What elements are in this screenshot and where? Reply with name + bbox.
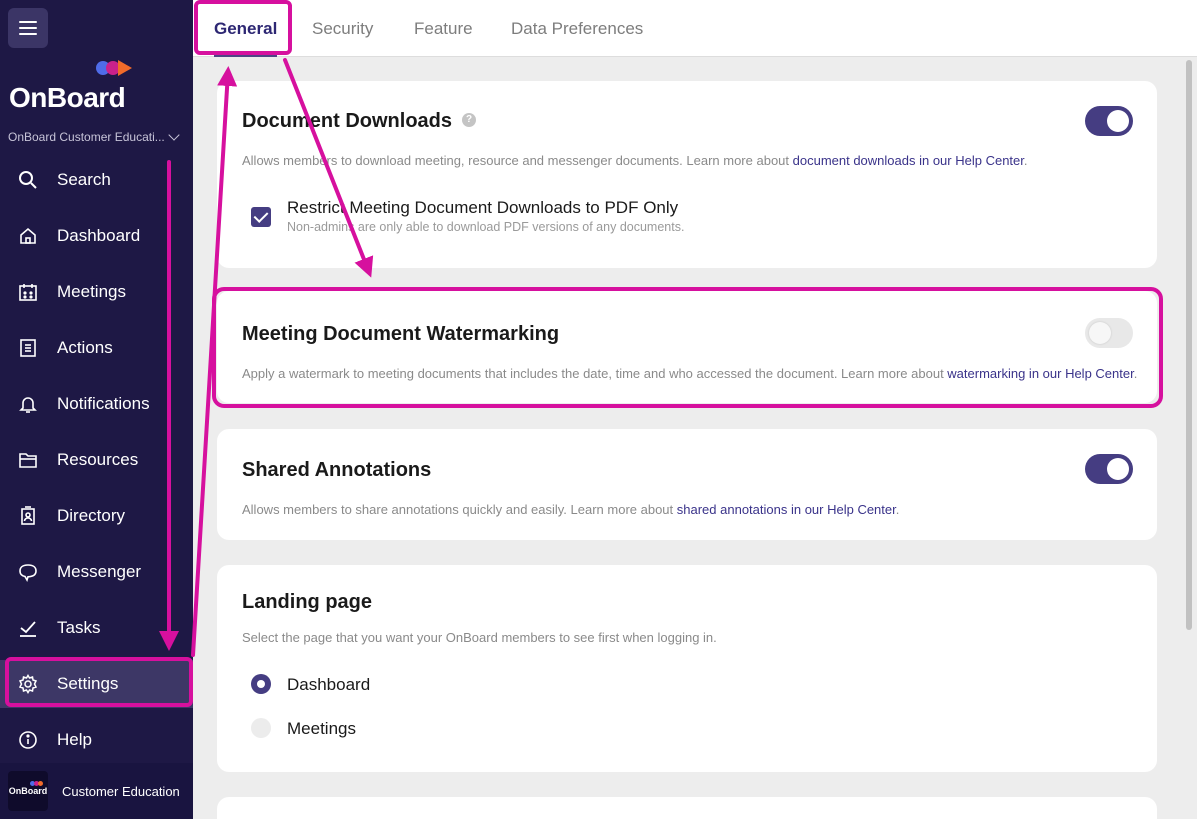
help-center-link[interactable]: document downloads in our Help Center <box>793 153 1024 168</box>
sidebar-item-label: Actions <box>57 338 113 357</box>
calendar-icon <box>18 282 38 302</box>
sidebar-item-search[interactable]: Search <box>0 156 193 204</box>
sidebar-item-directory[interactable]: Directory <box>0 492 193 540</box>
document-downloads-card: Document Downloads? Allows members to do… <box>217 81 1157 268</box>
home-icon <box>18 226 38 246</box>
info-icon <box>18 730 38 750</box>
card-title: Document Downloads? <box>242 110 477 133</box>
radio-label: Meetings <box>287 719 356 738</box>
scrollbar[interactable] <box>1186 60 1192 630</box>
sidebar-item-label: Meetings <box>57 282 126 301</box>
description-text: Allows members to download meeting, reso… <box>242 153 793 168</box>
card-description: Allows members to share annotations quic… <box>242 502 899 517</box>
search-icon <box>18 170 38 190</box>
restrict-pdf-checkbox[interactable] <box>251 207 271 227</box>
sidebar-item-notifications[interactable]: Notifications <box>0 380 193 428</box>
landing-radio-dashboard[interactable] <box>251 674 271 694</box>
sidebar-item-label: Help <box>57 730 92 749</box>
restrict-pdf-label: Restrict Meeting Document Downloads to P… <box>287 198 679 217</box>
logo-dots-icon <box>30 781 43 786</box>
shared-annotations-card: Shared Annotations Allows members to sha… <box>217 429 1157 540</box>
settings-tabs: General Security Feature Data Preference… <box>193 0 1197 57</box>
sidebar-item-label: Resources <box>57 450 139 469</box>
account-switcher[interactable]: OnBoard Customer Education <box>0 763 193 819</box>
sidebar-item-tasks[interactable]: Tasks <box>0 604 193 652</box>
chevron-down-icon <box>168 129 180 141</box>
restrict-pdf-sublabel: Non-admins are only able to download PDF… <box>287 220 685 234</box>
card-title: Shared Annotations <box>242 459 432 481</box>
next-card <box>217 797 1157 819</box>
sidebar-item-label: Dashboard <box>57 226 141 245</box>
highlight-watermark-card <box>212 287 1163 408</box>
help-center-link[interactable]: shared annotations in our Help Center <box>677 502 896 517</box>
sidebar-item-label: Search <box>57 170 111 189</box>
description-suffix: . <box>1023 153 1028 168</box>
highlight-general-tab <box>194 0 292 55</box>
chat-bubble-icon <box>18 562 38 582</box>
hamburger-line <box>19 33 37 35</box>
landing-radio-meetings[interactable] <box>251 718 271 738</box>
tab-label: Data Preferences <box>511 18 644 38</box>
hamburger-line <box>19 21 37 23</box>
tab-data-preferences[interactable]: Data Preferences <box>511 0 643 57</box>
sidebar-item-messenger[interactable]: Messenger <box>0 548 193 596</box>
highlight-settings <box>5 657 193 707</box>
description-text: Allows members to share annotations quic… <box>242 502 677 517</box>
sidebar-item-label: Messenger <box>57 562 142 581</box>
bell-icon <box>18 394 38 414</box>
help-icon[interactable]: ? <box>462 112 477 127</box>
clipboard-icon <box>18 338 38 358</box>
sidebar-item-meetings[interactable]: Meetings <box>0 268 193 316</box>
sidebar-item-label: Tasks <box>57 618 101 637</box>
card-title-text: Document Downloads <box>242 110 453 132</box>
card-description: Select the page that you want your OnBoa… <box>242 630 717 645</box>
folder-icon <box>18 450 38 470</box>
document-downloads-toggle[interactable] <box>1085 106 1133 136</box>
brand-name: OnBoard <box>9 82 126 113</box>
tab-feature[interactable]: Feature <box>414 0 473 57</box>
account-logo: OnBoard <box>8 771 48 811</box>
sidebar-item-dashboard[interactable]: Dashboard <box>0 212 193 260</box>
tab-label: Security <box>312 18 374 38</box>
onboard-logo[interactable]: OnBoard <box>9 60 149 113</box>
sidebar-item-help[interactable]: Help <box>0 716 193 764</box>
checkmark-icon <box>18 618 38 638</box>
sidebar-item-label: Notifications <box>57 394 150 413</box>
menu-toggle-button[interactable] <box>8 8 48 48</box>
toggle-knob <box>1107 458 1129 480</box>
card-description: Allows members to download meeting, reso… <box>242 153 1028 168</box>
landing-page-card: Landing page Select the page that you wa… <box>217 565 1157 772</box>
org-name: OnBoard Customer Educati... <box>8 130 165 144</box>
tab-label: Feature <box>414 18 473 38</box>
toggle-knob <box>1107 110 1129 132</box>
logo-dots-icon <box>96 60 132 76</box>
description-suffix: . <box>895 502 900 517</box>
hamburger-line <box>19 27 37 29</box>
sidebar-item-resources[interactable]: Resources <box>0 436 193 484</box>
sidebar-item-label: Directory <box>57 506 126 525</box>
org-switcher[interactable]: OnBoard Customer Educati... <box>8 129 188 144</box>
account-name: Customer Education <box>62 783 180 799</box>
shared-annotations-toggle[interactable] <box>1085 454 1133 484</box>
sidebar-item-actions[interactable]: Actions <box>0 324 193 372</box>
card-title: Landing page <box>242 591 372 613</box>
account-logo-text: OnBoard <box>8 786 48 796</box>
contact-book-icon <box>18 506 38 526</box>
tab-security[interactable]: Security <box>312 0 373 57</box>
radio-label: Dashboard <box>287 675 371 694</box>
